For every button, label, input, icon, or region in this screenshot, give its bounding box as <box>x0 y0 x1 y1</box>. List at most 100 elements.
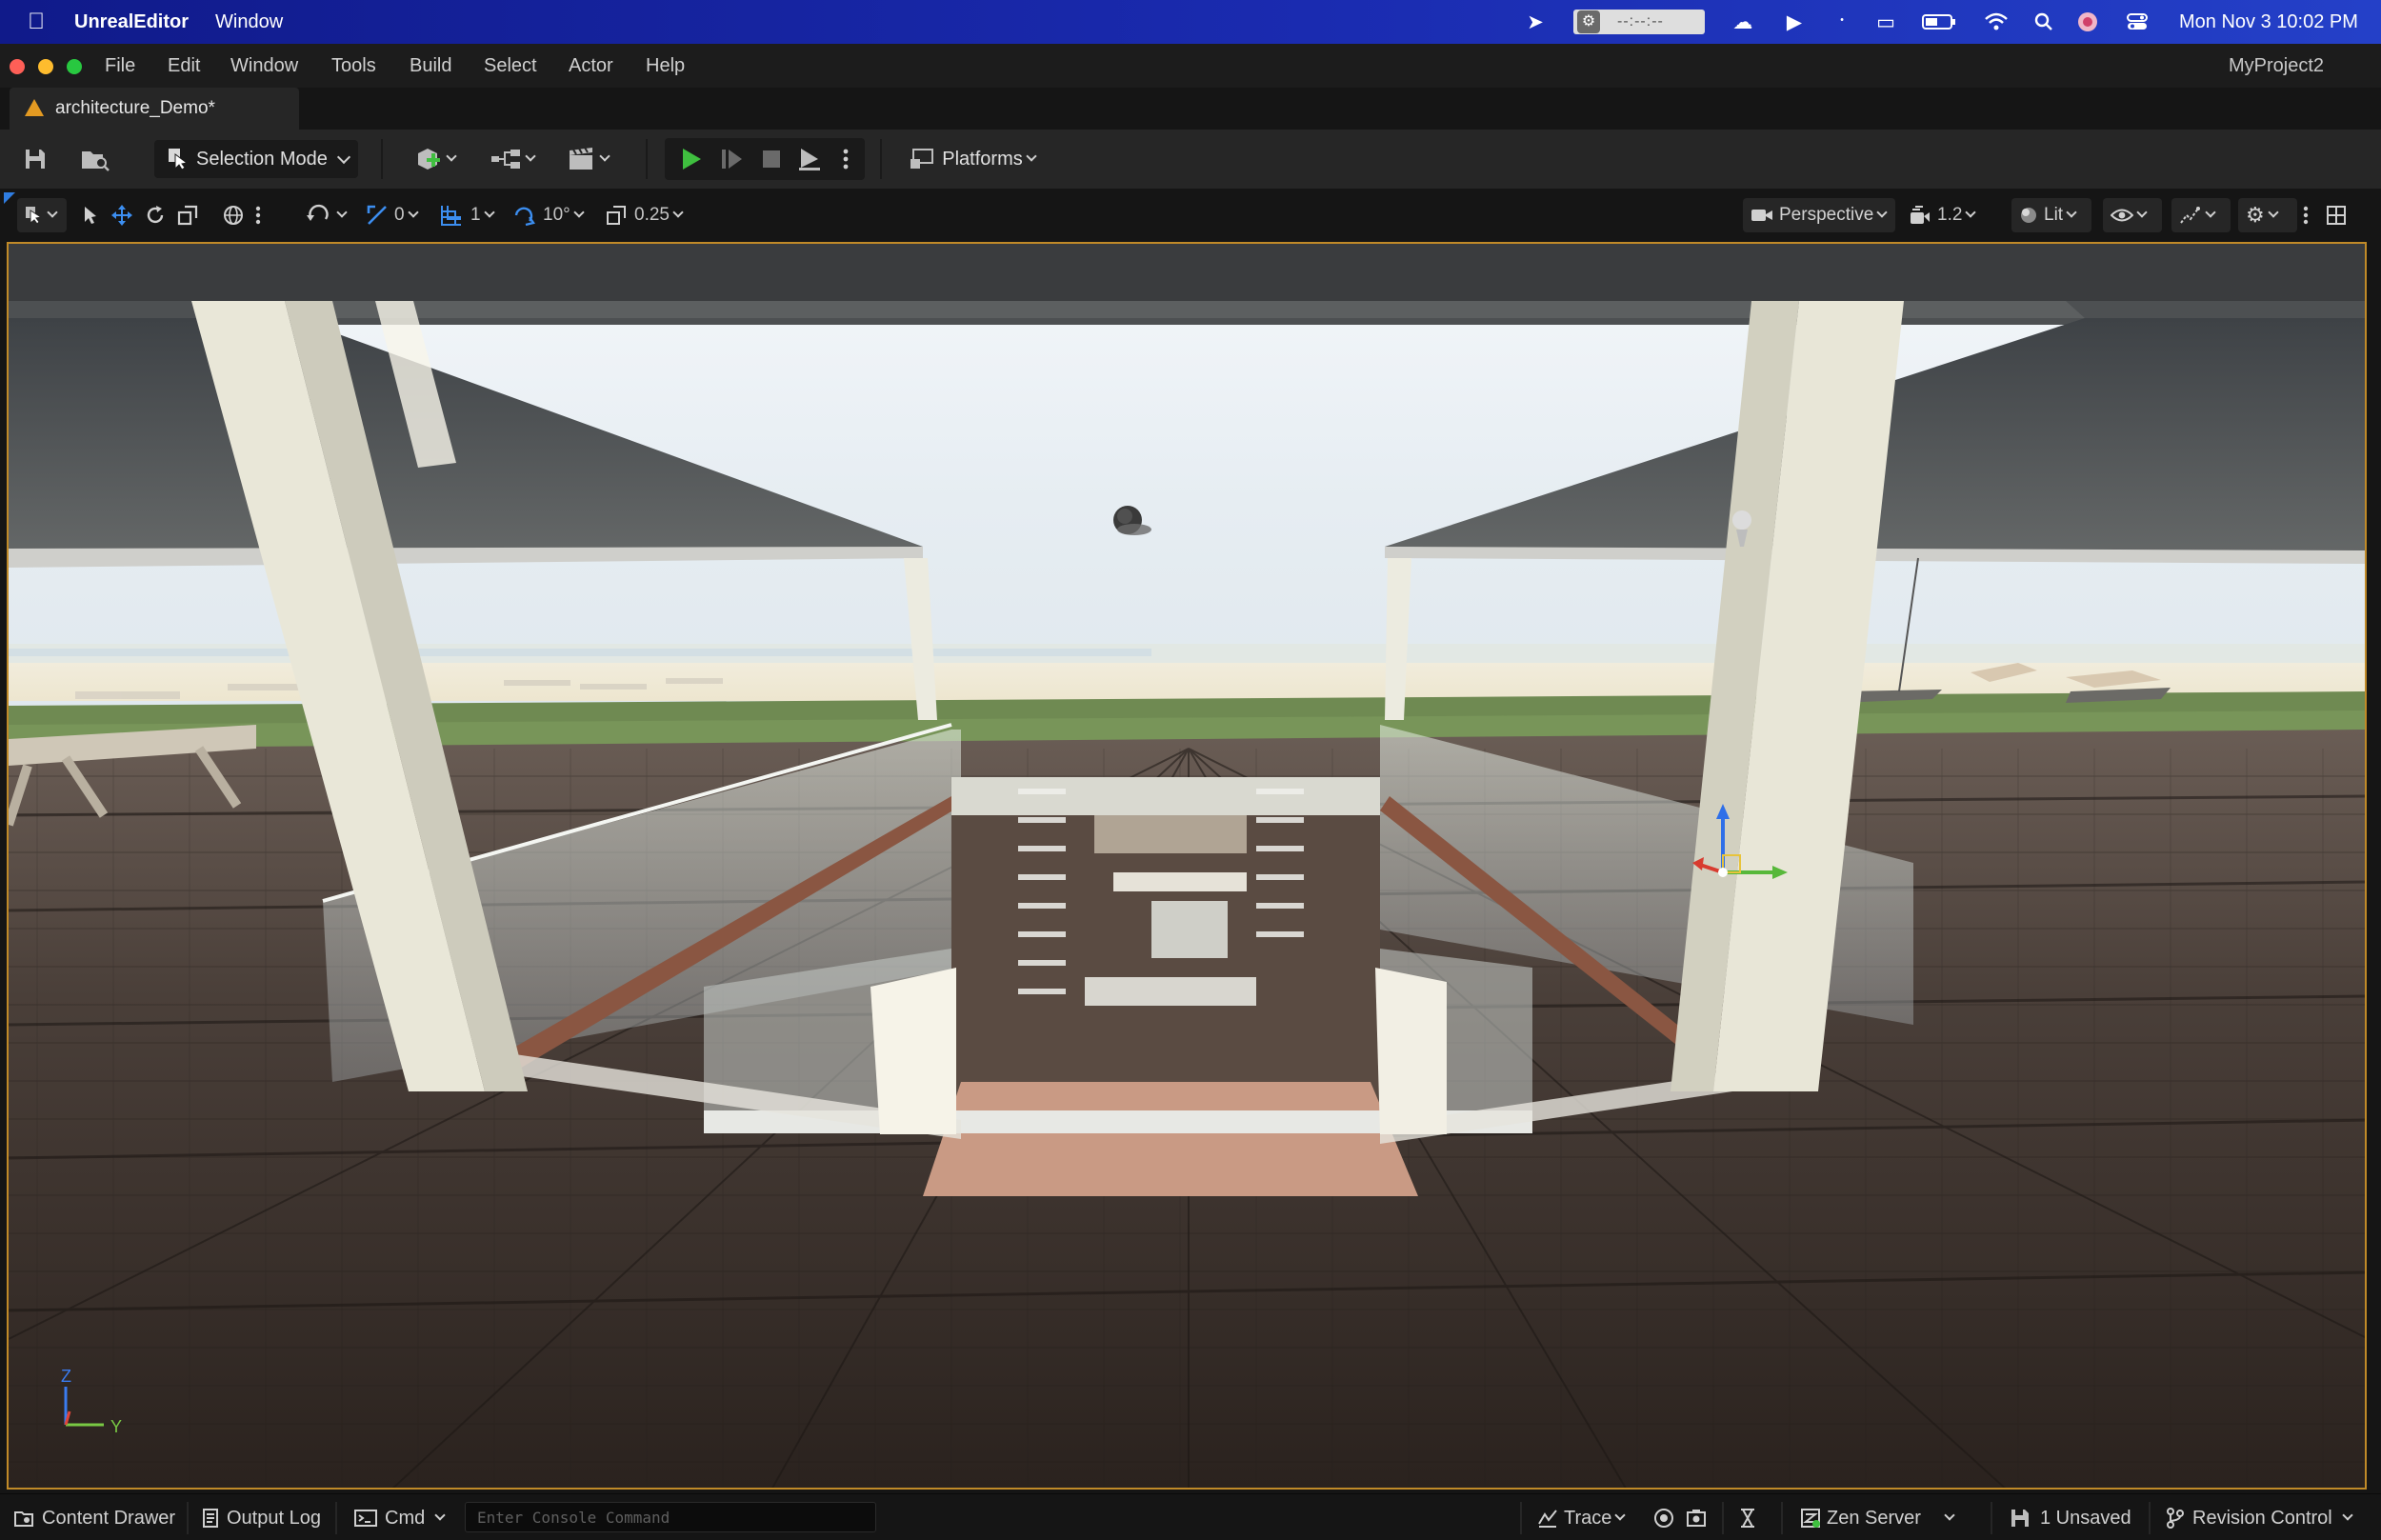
chevron-down-icon <box>672 207 684 218</box>
surface-snapping-toggle[interactable] <box>307 200 348 230</box>
status-divider <box>1991 1502 1992 1534</box>
menu-select[interactable]: Select <box>484 55 537 77</box>
window-menu[interactable]: Window <box>215 10 283 33</box>
project-name: MyProject2 <box>2228 55 2324 76</box>
play-icon[interactable] <box>674 143 709 175</box>
search-icon[interactable] <box>2031 9 2057 35</box>
select-mode-icon[interactable] <box>82 200 99 230</box>
selection-mode-dropdown[interactable]: Selection Mode <box>154 140 358 178</box>
chevron-down-icon <box>573 207 585 218</box>
menu-tools[interactable]: Tools <box>331 55 376 77</box>
save-icon[interactable] <box>19 143 51 175</box>
hourglass-icon[interactable] <box>1739 1506 1756 1530</box>
apple-logo-icon[interactable]:  <box>23 9 50 35</box>
viewport-more-menu-icon[interactable] <box>2303 200 2309 230</box>
zen-server-dropdown[interactable]: Zen Server <box>1800 1506 1955 1530</box>
chevron-down-icon <box>2066 207 2077 218</box>
angle-snap-toggle[interactable]: 10° <box>512 200 585 230</box>
play-circle-icon[interactable]: ▶ <box>1781 9 1808 35</box>
document-tab-row: architecture_Demo* <box>0 88 2381 130</box>
scene-render[interactable] <box>9 244 2367 1490</box>
scale-snap-icon <box>607 206 626 225</box>
cmd-dropdown[interactable]: Cmd <box>354 1506 446 1530</box>
user-avatar-icon[interactable] <box>2074 9 2101 35</box>
rotate-mode-icon[interactable] <box>145 200 166 230</box>
cursor-select-icon <box>26 207 43 225</box>
world-coordinates-icon[interactable] <box>223 200 244 230</box>
platforms-icon <box>910 149 934 169</box>
record-trace-icon[interactable] <box>1653 1506 1674 1530</box>
rocket-icon[interactable]: ➤ <box>1522 9 1549 35</box>
viewport-options-dropdown[interactable] <box>17 198 67 232</box>
chevron-down-icon <box>524 150 536 162</box>
menu-actor[interactable]: Actor <box>569 55 613 77</box>
close-window-button[interactable] <box>10 59 25 74</box>
cinematics-icon[interactable] <box>560 143 615 175</box>
revision-control-dropdown[interactable]: Revision Control <box>2166 1506 2353 1530</box>
platforms-dropdown[interactable]: Platforms <box>901 143 1044 175</box>
trace-dropdown[interactable]: Trace <box>1537 1506 1627 1530</box>
rotation-snap-icon <box>514 207 535 227</box>
menu-edit[interactable]: Edit <box>168 55 200 77</box>
zen-server-icon <box>1801 1509 1820 1528</box>
menu-build[interactable]: Build <box>410 55 451 77</box>
unsaved-assets-button[interactable]: 1 Unsaved <box>2010 1506 2131 1530</box>
stop-icon[interactable] <box>754 143 789 175</box>
browse-content-icon[interactable] <box>76 143 114 175</box>
content-drawer-button[interactable]: Content Drawer <box>13 1506 175 1530</box>
scale-mode-icon[interactable] <box>177 200 198 230</box>
trace-icon <box>1538 1510 1557 1528</box>
advance-frame-icon[interactable] <box>714 143 749 175</box>
viewport-corner-marker <box>4 192 15 204</box>
display-icon[interactable]: ▭ <box>1872 9 1899 35</box>
grid-snap-toggle[interactable]: 1 <box>440 200 495 230</box>
play-options-menu-icon[interactable] <box>836 143 855 175</box>
status-divider <box>1722 1502 1724 1534</box>
chevron-down-icon <box>47 207 58 218</box>
rotation-snap-toggle[interactable]: 0 <box>366 200 419 230</box>
lighting-mode-dropdown[interactable]: Lit <box>2011 198 2091 232</box>
translate-mode-icon[interactable] <box>110 200 133 230</box>
bluetooth-icon[interactable]: ᛫ <box>1829 9 1855 35</box>
screenshot-trace-icon[interactable] <box>1686 1506 1707 1530</box>
menu-window[interactable]: Window <box>230 55 298 77</box>
app-name-menu[interactable]: UnrealEditor <box>74 10 189 33</box>
viewport-settings-dropdown[interactable]: ⚙ <box>2238 198 2297 232</box>
perspective-dropdown[interactable]: Perspective <box>1743 198 1895 232</box>
chevron-down-icon <box>1876 207 1888 218</box>
quick-add-icon[interactable] <box>408 143 461 175</box>
scale-snap-toggle[interactable]: 0.25 <box>606 200 684 230</box>
wifi-icon[interactable] <box>1983 9 2010 35</box>
chevron-down-icon <box>1026 150 1037 162</box>
level-viewport[interactable] <box>7 242 2367 1490</box>
chevron-down-icon <box>1614 1510 1627 1521</box>
clock-widget[interactable]: ⚙ --:--:-- <box>1573 10 1705 34</box>
viewport-layout-icon[interactable] <box>2326 200 2347 230</box>
tab-architecture-demo[interactable]: architecture_Demo* <box>10 88 299 130</box>
scalability-dropdown[interactable] <box>2171 198 2231 232</box>
console-command-input[interactable] <box>465 1502 876 1532</box>
menu-file[interactable]: File <box>105 55 135 77</box>
chevron-down-icon <box>1965 207 1977 218</box>
performance-icon <box>2180 207 2200 224</box>
status-divider <box>187 1502 189 1534</box>
control-center-icon[interactable] <box>2124 9 2151 35</box>
axis-z-label: Z <box>61 1367 71 1386</box>
zoom-window-button[interactable] <box>67 59 82 74</box>
creative-cloud-icon[interactable]: ☁ <box>1730 9 1756 35</box>
minimize-window-button[interactable] <box>38 59 53 74</box>
menu-bar-clock[interactable]: Mon Nov 3 10:02 PM <box>2179 10 2358 33</box>
show-flags-dropdown[interactable] <box>2103 198 2162 232</box>
output-log-button[interactable]: Output Log <box>202 1506 321 1530</box>
gear-icon: ⚙ <box>2246 203 2265 227</box>
chevron-down-icon <box>2205 207 2216 218</box>
transform-options-menu-icon[interactable] <box>255 200 261 230</box>
battery-icon[interactable] <box>1922 9 1956 35</box>
status-divider <box>2149 1502 2151 1534</box>
content-drawer-icon <box>14 1511 33 1527</box>
camera-speed-dropdown[interactable]: 1.2 <box>1909 200 1977 230</box>
menu-help[interactable]: Help <box>646 55 685 77</box>
chevron-down-icon <box>407 207 419 218</box>
eject-possess-icon[interactable] <box>792 143 827 175</box>
blueprints-icon[interactable] <box>484 143 539 175</box>
